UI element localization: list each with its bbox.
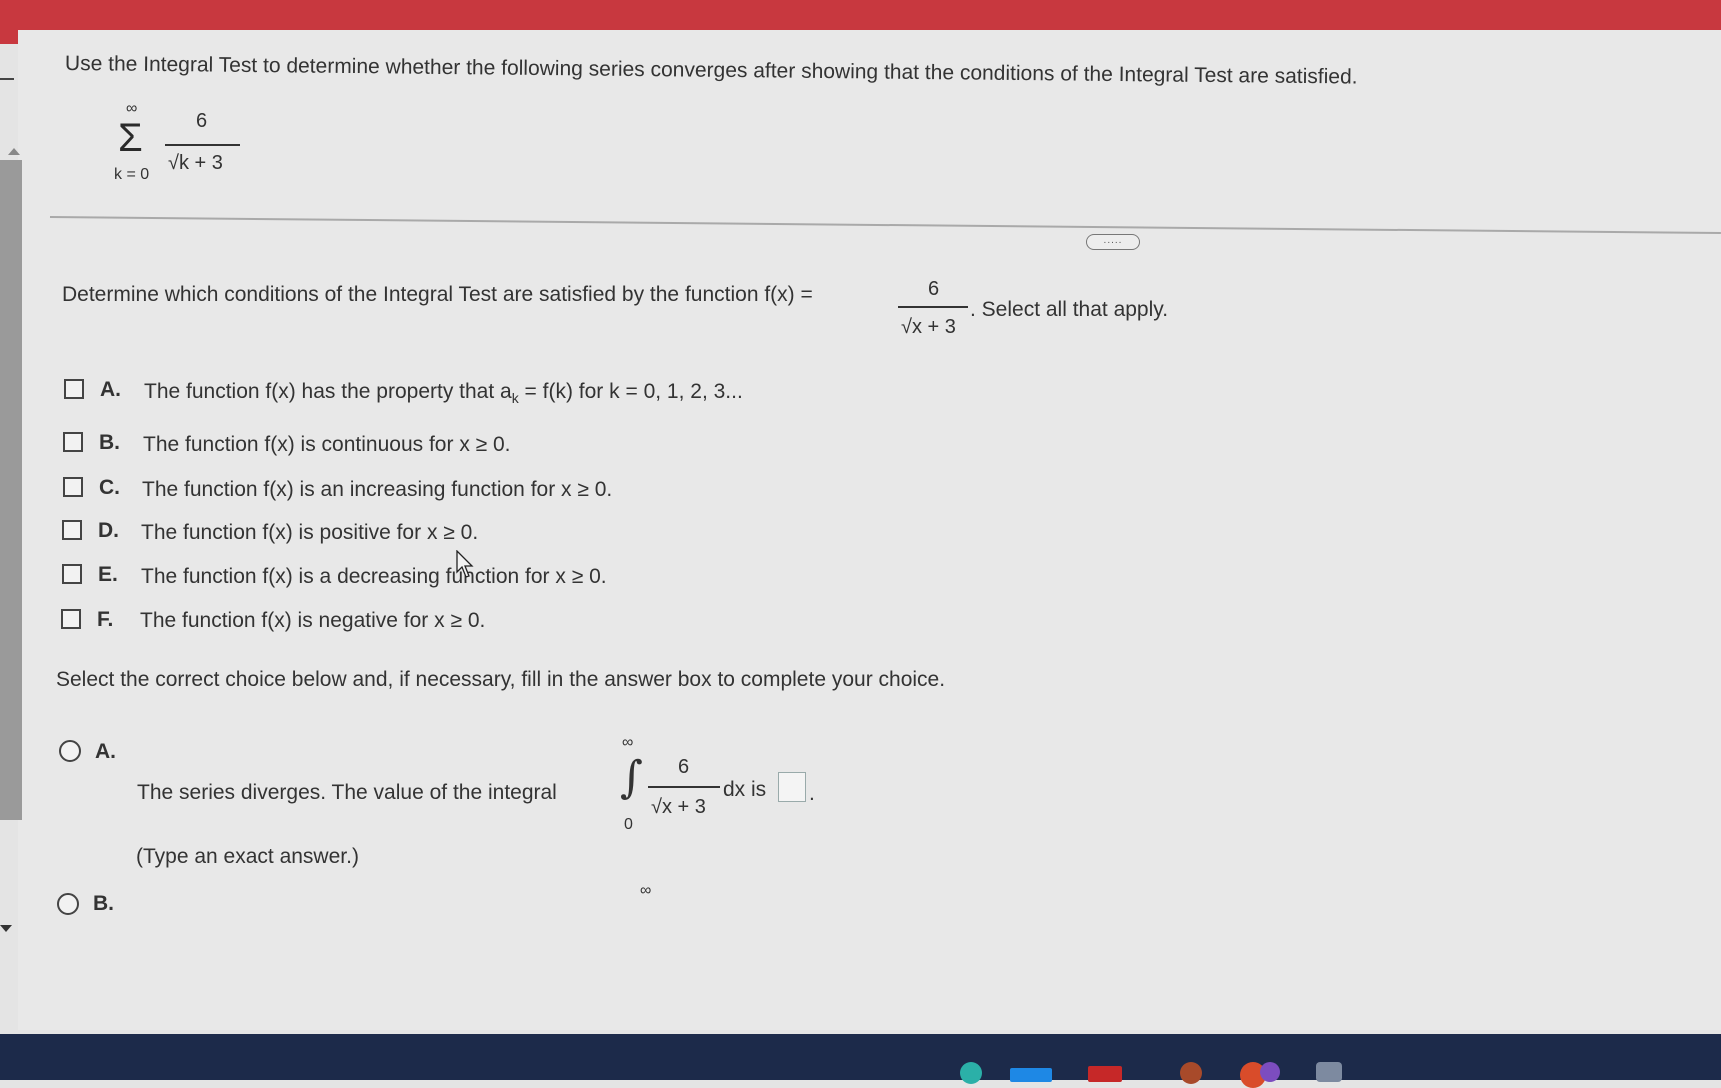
option-c-text: The function f(x) is an increasing funct… — [142, 478, 613, 501]
part1-fraction-bar — [898, 306, 968, 308]
part2-prompt: Select the correct choice below and, if … — [56, 668, 946, 691]
part1-fraction-numerator: 6 — [928, 278, 940, 300]
option-b-checkbox[interactable] — [63, 432, 83, 452]
series-denominator: √k + 3 — [168, 152, 223, 174]
option-a-text-after: = f(k) for k = 0, 1, 2, 3... — [518, 380, 743, 403]
left-scroll-strip[interactable] — [0, 160, 22, 820]
part1-prompt: Determine which conditions of the Integr… — [62, 283, 813, 306]
option-f-letter: F. — [97, 608, 114, 631]
integral-upper-limit: ∞ — [622, 734, 634, 751]
option-e-letter: E. — [98, 563, 118, 586]
integral-numerator: 6 — [678, 756, 690, 778]
taskbar-app-icon[interactable] — [960, 1062, 982, 1084]
option-e-text: The function f(x) is a decreasing functi… — [141, 565, 607, 588]
choice-a-radio[interactable] — [59, 740, 81, 762]
option-a-text: The function f(x) has the property that … — [144, 380, 743, 406]
series-fraction-bar — [165, 144, 240, 146]
answer-input-box[interactable] — [778, 772, 806, 802]
option-b-text: The function f(x) is continuous for x ≥ … — [143, 433, 511, 456]
option-f-checkbox[interactable] — [61, 609, 81, 629]
taskbar-store-icon[interactable] — [1316, 1062, 1342, 1082]
taskbar-profile-icon[interactable] — [1260, 1062, 1280, 1082]
option-a-letter: A. — [100, 378, 121, 401]
choice-a-text: The series diverges. The value of the in… — [137, 781, 557, 804]
option-b-letter: B. — [99, 431, 120, 454]
integral-denominator: √x + 3 — [651, 796, 706, 818]
more-button[interactable]: ..... — [1086, 234, 1140, 250]
left-dash-marker — [0, 78, 14, 80]
answer-period: . — [809, 782, 815, 805]
option-d-letter: D. — [98, 519, 119, 542]
option-e-checkbox[interactable] — [62, 564, 82, 584]
option-a-main-text: The function f(x) has the property that … — [144, 380, 512, 403]
option-c-letter: C. — [99, 476, 120, 499]
integral-fraction-bar — [648, 786, 720, 788]
choice-a-letter: A. — [95, 740, 116, 763]
mouse-cursor-icon — [456, 550, 474, 578]
series-lower-limit: k = 0 — [114, 166, 150, 183]
integral-dx-is: dx is — [723, 778, 767, 801]
option-a-subscript: k — [511, 390, 519, 407]
taskbar-h-icon[interactable] — [1180, 1062, 1202, 1084]
option-a-checkbox[interactable] — [64, 379, 84, 399]
option-f-text: The function f(x) is negative for x ≥ 0. — [140, 609, 486, 632]
integral-lower-limit: 0 — [624, 816, 633, 833]
scroll-down-icon[interactable] — [0, 925, 12, 932]
integral-sign-icon: ∫ — [620, 752, 643, 803]
series-numerator: 6 — [196, 110, 208, 132]
option-d-checkbox[interactable] — [62, 520, 82, 540]
sigma-icon: Σ — [118, 116, 143, 160]
option-d-text: The function f(x) is positive for x ≥ 0. — [141, 521, 479, 544]
choice-b-radio[interactable] — [57, 893, 79, 915]
choice-a-hint: (Type an exact answer.) — [136, 845, 359, 868]
choice-b-upper-limit: ∞ — [640, 882, 652, 899]
taskbar — [0, 1034, 1721, 1080]
option-c-checkbox[interactable] — [63, 477, 83, 497]
choice-b-letter: B. — [93, 892, 114, 915]
part1-fraction-denominator: √x + 3 — [901, 316, 956, 338]
part1-prompt-after: . Select all that apply. — [970, 298, 1169, 321]
scroll-up-icon[interactable] — [8, 148, 20, 155]
